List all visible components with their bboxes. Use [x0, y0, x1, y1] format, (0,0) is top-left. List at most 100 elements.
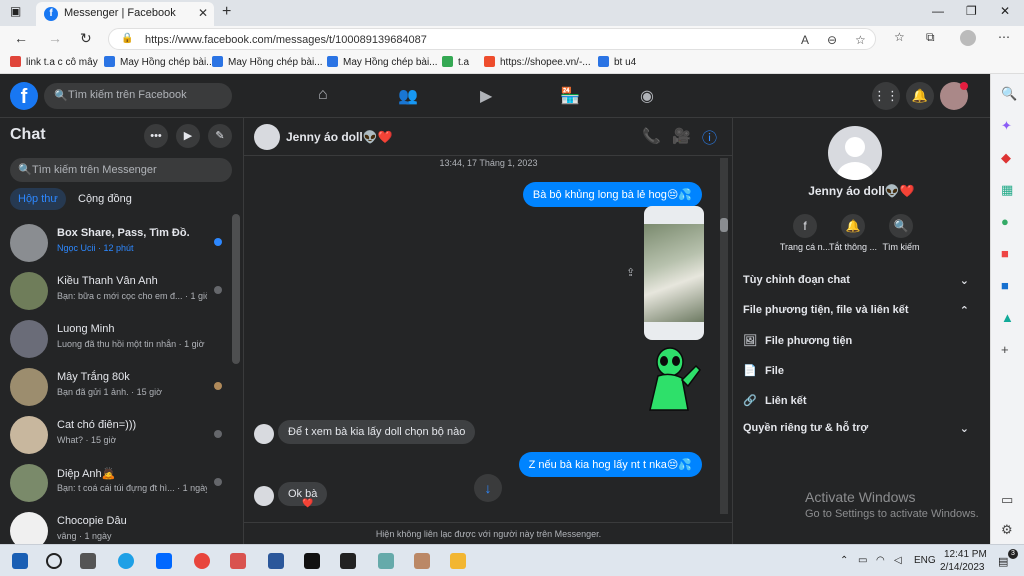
profile-avatar[interactable] [960, 30, 976, 46]
facebook-search-input[interactable]: 🔍 Tìm kiếm trên Facebook [44, 83, 232, 109]
reload-icon[interactable]: ↻ [80, 30, 92, 47]
conversation-list-item[interactable]: Chocopie Dâu vâng · 1 ngày [0, 506, 232, 544]
menu-grid-icon[interactable]: ⋮⋮ [872, 82, 900, 110]
facebook-logo-icon[interactable]: f [10, 82, 38, 110]
browser-tab[interactable]: f Messenger | Facebook ✕ [36, 2, 214, 26]
message-bubble-out[interactable]: Z nếu bà kia hog lấy nt t nka😔💦 [518, 452, 702, 477]
bookmark-item[interactable]: bt u4 [598, 56, 636, 68]
zalo-icon[interactable] [156, 553, 172, 569]
file-explorer-icon[interactable] [450, 553, 466, 569]
bookmark-item[interactable]: May Hồng chép bài... [327, 56, 438, 68]
notifications-icon[interactable]: 🔔 [906, 82, 934, 110]
shared-image[interactable] [644, 206, 704, 340]
scrollbar[interactable] [720, 158, 728, 514]
contact-profile-avatar[interactable] [828, 126, 882, 180]
sidebar-toggle-icon[interactable]: ▭ [1001, 492, 1013, 508]
tray-overflow-icon[interactable]: ⌃ [840, 555, 848, 566]
friends-icon[interactable]: 👥 [398, 86, 418, 106]
home-icon[interactable]: ⌂ [318, 86, 328, 104]
forward-icon[interactable]: → [48, 30, 62, 46]
scrollbar-thumb[interactable] [720, 218, 728, 232]
bookmark-item[interactable]: t.a [442, 56, 469, 68]
tab-inbox[interactable]: Hộp thư [10, 188, 66, 210]
restore-icon[interactable]: ❐ [966, 4, 977, 18]
bookmark-item[interactable]: link t.a c cô mây [10, 56, 98, 68]
conversation-list-item[interactable]: Box Share, Pass, Tìm Đồ. Ngọc Ucii · 12 p… [0, 218, 232, 266]
search-icon[interactable] [46, 553, 62, 569]
messenger-search-input[interactable]: 🔍 Tìm kiếm trên Messenger [10, 158, 232, 182]
marketplace-icon[interactable]: 🏪 [560, 86, 580, 106]
close-tab-icon[interactable]: ✕ [198, 6, 208, 20]
network-icon[interactable]: ▭ [858, 555, 867, 566]
clock-date[interactable]: 2/14/2023 [940, 562, 985, 573]
conversation-list-item[interactable]: Kiều Thanh Vân Anh Bạn: bữa c mới cọc cho… [0, 266, 232, 314]
windows-start-icon[interactable] [12, 553, 28, 569]
favorite-icon[interactable]: ☆ [855, 33, 866, 47]
tiktok-icon[interactable] [304, 553, 320, 569]
message-bubble-out[interactable]: Bà bộ khủng long bà lẻ hog😔💦 [522, 182, 702, 207]
edge-icon[interactable] [118, 553, 134, 569]
read-aloud-icon[interactable]: A [801, 33, 809, 47]
video-room-icon[interactable]: ▶ [176, 124, 200, 148]
message-bubble-in[interactable]: Để t xem bà kia lấy doll chọn bộ nào [278, 420, 476, 444]
new-tab-icon[interactable]: + [222, 3, 231, 21]
reaction-heart[interactable]: ❤️ [302, 498, 313, 509]
conversation-list-item[interactable]: Diệp Anh🙇 Bạn: t coá cái túi đựng đt hì..… [0, 458, 232, 506]
collections-icon[interactable]: ⧉ [926, 30, 935, 45]
lock-icon[interactable]: 🔒 [121, 33, 133, 44]
bookmark-item[interactable]: May Hồng chép bài... [212, 56, 323, 68]
links-item[interactable]: 🔗 Liên kết [743, 394, 807, 407]
contact-name[interactable]: Jenny áo doll👽❤️ [286, 130, 393, 144]
scroll-down-icon[interactable]: ↓ [474, 474, 502, 502]
conversation-list-item[interactable]: Mây Trắng 80k Bạn đã gửi 1 ảnh. · 15 giờ [0, 362, 232, 410]
wifi-icon[interactable]: ◠ [876, 555, 885, 566]
clock-time[interactable]: 12:41 PM [944, 549, 987, 560]
bookmark-item[interactable]: https://shopee.vn/-... [484, 56, 591, 68]
search-icon[interactable]: 🔍 [1001, 86, 1017, 102]
more-menu-icon[interactable]: ⋯ [998, 30, 1010, 44]
tree-icon[interactable]: ▲ [1001, 310, 1014, 325]
word-icon[interactable] [268, 553, 284, 569]
contact-avatar[interactable] [254, 124, 280, 150]
files-item[interactable]: 📄 File [743, 364, 784, 377]
office-icon[interactable]: ■ [1001, 246, 1009, 261]
shopping-tag-icon[interactable]: ◆ [1001, 150, 1011, 166]
outlook-icon[interactable]: ■ [1001, 278, 1009, 293]
capcut-icon[interactable] [340, 553, 356, 569]
add-icon[interactable]: + [1001, 342, 1009, 357]
minimize-icon[interactable]: — [932, 4, 944, 18]
phone-icon[interactable]: 📞 [642, 127, 661, 145]
task-view-icon[interactable] [80, 553, 96, 569]
privacy-support-section[interactable]: Quyền riêng tư & hỗ trợ ⌄ [743, 422, 969, 435]
app-thumbnail-icon[interactable] [414, 553, 430, 569]
scrollbar[interactable] [232, 214, 240, 364]
options-icon[interactable]: ••• [144, 124, 168, 148]
info-icon[interactable]: ⓘ [702, 127, 717, 148]
paint-icon[interactable] [378, 553, 394, 569]
groups-icon[interactable]: ◉ [640, 86, 654, 106]
media-files-item[interactable]: 🖼 File phương tiện [743, 334, 852, 347]
zoom-icon[interactable]: ⊖ [827, 33, 837, 47]
chrome-icon[interactable] [194, 553, 210, 569]
search-button[interactable]: 🔍 Tìm kiếm [869, 214, 933, 252]
volume-icon[interactable]: ◁ [894, 555, 902, 566]
compose-icon[interactable]: ✎ [208, 124, 232, 148]
settings-icon[interactable]: ⚙ [1001, 522, 1013, 538]
people-icon[interactable]: ● [1001, 214, 1009, 229]
language-indicator[interactable]: ENG [914, 555, 936, 566]
conversation-list-item[interactable]: Luong Minh Luong đã thu hồi một tin nhắn … [0, 314, 232, 362]
video-call-icon[interactable]: 🎥 [672, 127, 691, 145]
favorites-icon[interactable]: ☆ [894, 30, 905, 44]
notification-center-icon[interactable]: ▤ [998, 555, 1008, 568]
alien-sticker[interactable] [644, 346, 704, 412]
tab-community[interactable]: Cộng đồng [70, 188, 140, 210]
watch-icon[interactable]: ▶ [480, 86, 492, 106]
share-icon[interactable]: ⇪ [626, 266, 635, 279]
tools-icon[interactable]: ▦ [1001, 182, 1013, 198]
back-icon[interactable]: ← [14, 30, 28, 46]
url-field[interactable]: 🔒 https://www.facebook.com/messages/t/10… [108, 28, 876, 50]
media-files-section[interactable]: File phương tiện, file và liên kết ⌃ [743, 304, 969, 317]
tab-actions-icon[interactable]: ▣ [10, 4, 21, 18]
sparkle-icon[interactable]: ✦ [1001, 118, 1012, 134]
window-close-icon[interactable]: ✕ [1000, 4, 1010, 18]
